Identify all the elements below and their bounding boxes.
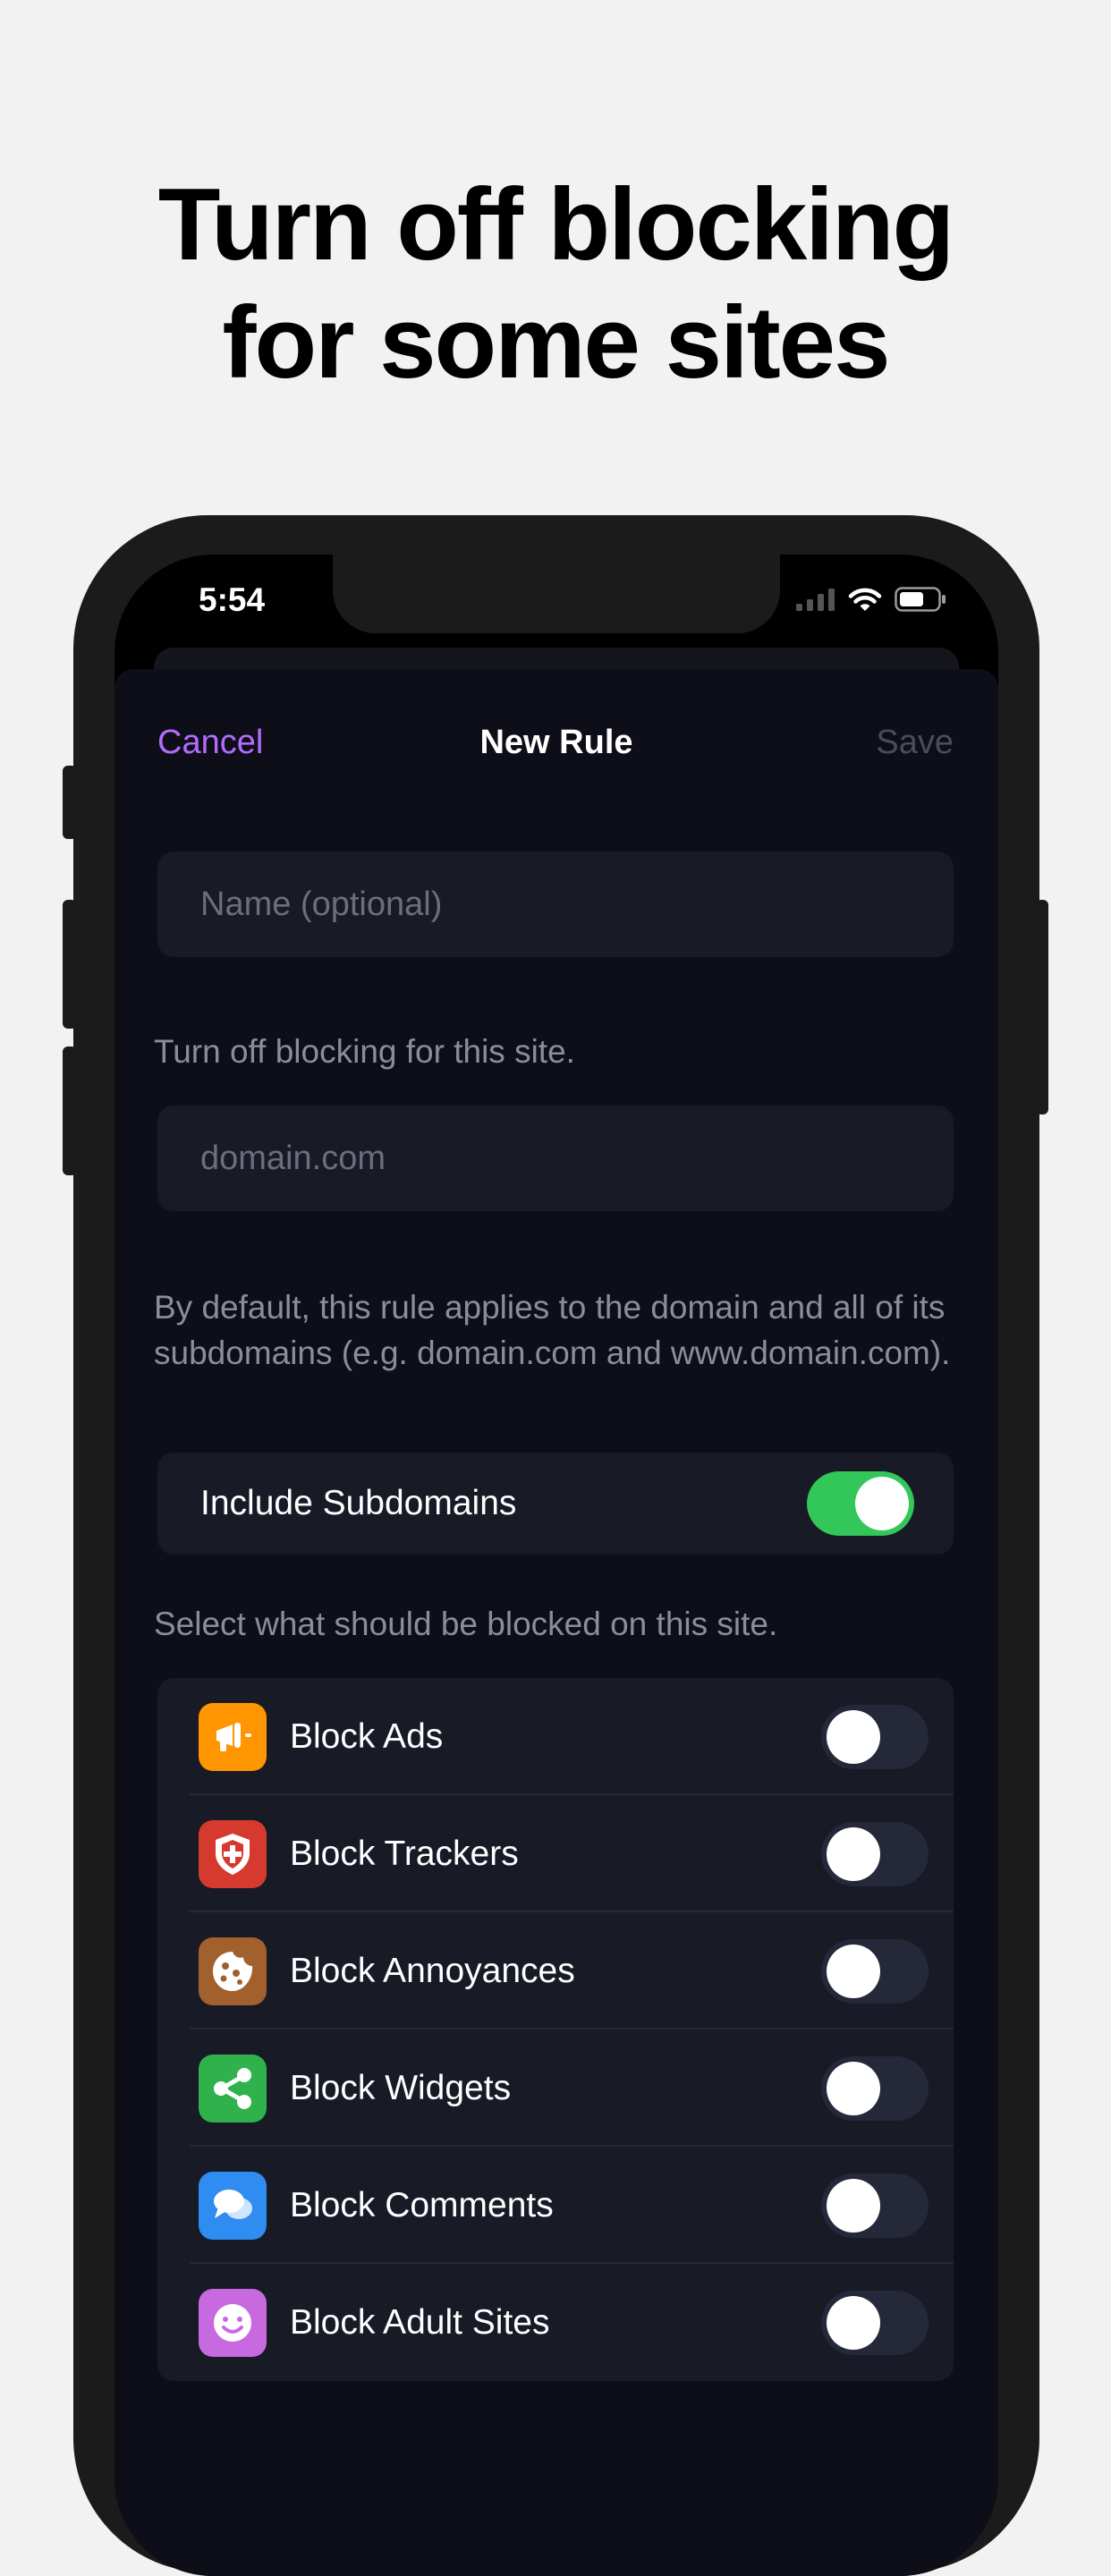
block-widgets-row: Block Widgets: [157, 2029, 954, 2147]
toggle-knob: [827, 2179, 880, 2233]
headline-line-1: Turn off blocking: [157, 168, 954, 282]
block-comments-row: Block Comments: [157, 2147, 954, 2264]
wifi-icon: [848, 588, 882, 611]
status-icons: [796, 587, 946, 612]
block-adult-sites-label: Block Adult Sites: [290, 2303, 550, 2342]
domain-field: [157, 1106, 954, 1211]
select-caption: Select what should be blocked on this si…: [154, 1606, 778, 1642]
toggle-knob: [855, 1477, 909, 1530]
site-caption: Turn off blocking for this site.: [154, 1033, 575, 1070]
phone-frame: 5:54 New Rule Cancel Save Name (optional…: [73, 515, 1039, 2576]
block-comments-label: Block Comments: [290, 2186, 554, 2224]
block-trackers-toggle[interactable]: [821, 1822, 929, 1886]
megaphone-icon: [199, 1703, 267, 1771]
block-annoyances-toggle[interactable]: [821, 1939, 929, 2004]
comment-bubbles-icon: [199, 2172, 267, 2240]
shield-icon: [199, 1820, 267, 1888]
domain-input[interactable]: [157, 1106, 954, 1211]
block-ads-label: Block Ads: [290, 1717, 444, 1756]
headline-line-2: for some sites: [222, 286, 891, 400]
phone-screen: 5:54 New Rule Cancel Save Name (optional…: [114, 555, 998, 2576]
save-button[interactable]: Save: [876, 721, 954, 764]
toggle-knob: [827, 1710, 880, 1764]
include-subdomains-toggle[interactable]: [807, 1471, 914, 1536]
status-time: 5:54: [199, 581, 266, 618]
block-annoyances-row: Block Annoyances: [157, 1912, 954, 2029]
default-caption: By default, this rule applies to the dom…: [154, 1289, 951, 1371]
smiley-icon: [199, 2289, 267, 2357]
include-subdomains-label: Include Subdomains: [200, 1484, 517, 1522]
toggle-knob: [827, 2062, 880, 2115]
block-comments-toggle[interactable]: [821, 2174, 929, 2238]
cancel-button[interactable]: Cancel: [157, 721, 263, 764]
new-rule-sheet: New Rule Cancel Save Turn off blocking f…: [114, 669, 998, 2576]
block-trackers-row: Block Trackers: [157, 1795, 954, 1912]
name-input[interactable]: [157, 852, 954, 957]
share-icon: [199, 2055, 267, 2123]
notch: [333, 555, 780, 633]
battery-icon: [895, 587, 946, 612]
toggle-knob: [827, 2296, 880, 2350]
block-adult-sites-toggle[interactable]: [821, 2291, 929, 2355]
headline: Turn off blocking for some sites: [0, 166, 1111, 402]
block-widgets-toggle[interactable]: [821, 2056, 929, 2121]
cellular-signal-icon: [796, 589, 835, 611]
block-trackers-label: Block Trackers: [290, 1835, 519, 1873]
name-field: [157, 852, 954, 957]
block-annoyances-label: Block Annoyances: [290, 1952, 575, 1990]
block-widgets-label: Block Widgets: [290, 2069, 512, 2107]
cookie-icon: [199, 1937, 267, 2005]
block-ads-row: Block Ads: [157, 1678, 954, 1795]
block-options-list: Block Ads Block Trackers Block Annoyance…: [157, 1678, 954, 2381]
include-subdomains-row: Include Subdomains: [157, 1453, 954, 1555]
block-adult-sites-row: Block Adult Sites: [157, 2264, 954, 2381]
toggle-knob: [827, 1945, 880, 1998]
toggle-knob: [827, 1827, 880, 1881]
block-ads-toggle[interactable]: [821, 1705, 929, 1769]
